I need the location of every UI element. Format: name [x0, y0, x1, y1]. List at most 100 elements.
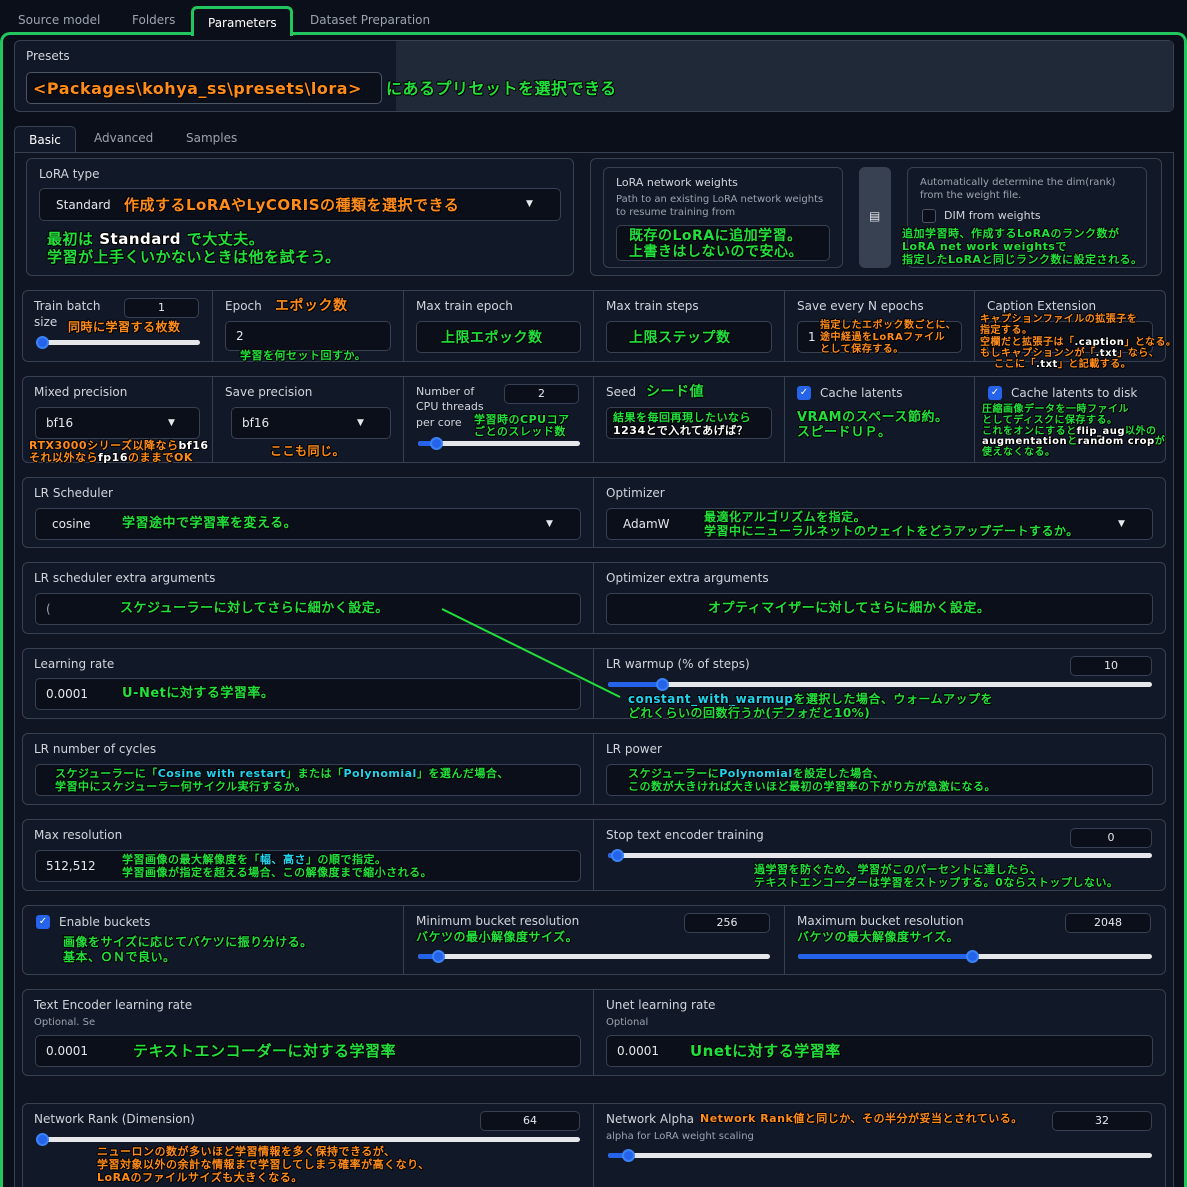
epoch-note2: 学習を何セット回すか。 [240, 349, 367, 362]
tab-parameters[interactable]: Parameters [191, 6, 293, 36]
network-alpha-input[interactable]: 32 [1052, 1111, 1152, 1131]
max-bucket-slider[interactable] [798, 950, 1152, 963]
train-batch-label2: size [34, 315, 58, 329]
mixed-precision-select[interactable]: bf16 [35, 407, 200, 439]
chevron-down-icon: ▼ [546, 519, 553, 529]
caption-ext-note2: 指定する。 [980, 325, 1033, 336]
lr-warmup-input[interactable]: 10 [1070, 656, 1152, 676]
dim-weights-note2: LoRA net work weightsで [902, 240, 1067, 253]
stop-te-slider[interactable] [608, 849, 1152, 862]
enable-buckets-checkbox[interactable]: ✓ [36, 915, 50, 929]
cache-latents-checkbox[interactable]: ✓ [797, 386, 811, 400]
min-bucket-slider[interactable] [418, 950, 770, 963]
unet-lr-note: Unetに対する学習率 [690, 1042, 841, 1060]
network-weights-desc1: Path to an existing LoRA network weights [616, 194, 824, 205]
tab-dataset-preparation[interactable]: Dataset Preparation [296, 6, 444, 34]
epoch-note: エポック数 [275, 298, 348, 314]
unet-lr-sub: Optional [606, 1017, 649, 1028]
learning-rate-input[interactable]: 0.0001 [35, 678, 581, 710]
cache-disk-note5: 使えなくなる。 [982, 447, 1056, 458]
lr-cycles-note1: スケジューラーに「Cosine with restart」または「Polynom… [55, 767, 509, 780]
seed-label: Seed [606, 385, 636, 399]
cpu-threads-slider[interactable] [418, 437, 580, 450]
tab-source-model[interactable]: Source model [4, 6, 114, 34]
network-rank-slider[interactable] [36, 1133, 580, 1146]
caption-ext-label: Caption Extension [987, 299, 1097, 313]
te-lr-sub: Optional. Se [34, 1017, 96, 1028]
save-every-note2: 途中経過をLoRAファイル [820, 332, 946, 343]
cache-latents-label: Cache latents [820, 386, 903, 400]
subtab-advanced[interactable]: Advanced [94, 131, 153, 145]
train-batch-input[interactable]: 1 [124, 298, 199, 318]
learning-rate-note: U-Netに対する学習率。 [122, 686, 275, 701]
min-bucket-note: バケツの最小解像度サイズ。 [416, 930, 579, 944]
file-browse-button[interactable]: ▤ [859, 167, 891, 268]
max-bucket-input[interactable]: 2048 [1065, 913, 1151, 933]
learning-rate-label: Learning rate [34, 657, 115, 671]
dim-weights-note1: 追加学習時、作成するLoRAのランク数が [902, 227, 1120, 240]
tab-folders[interactable]: Folders [118, 6, 189, 34]
lr-warmup-note2: どれくらいの回数行うか(デフォだと10%) [628, 706, 871, 720]
chevron-down-icon: ▼ [526, 199, 533, 209]
buckets-note2: 基本、ＯＮで良い。 [63, 950, 176, 964]
cache-disk-note2: としてディスクに保存する。 [982, 415, 1118, 426]
opt-extra-label: Optimizer extra arguments [606, 571, 769, 585]
lr-scheduler-label: LR Scheduler [34, 486, 113, 500]
dim-weights-note3: 指定したLoRAと同じランク数に設定される。 [902, 253, 1143, 266]
save-every-note1: 指定したエポック数ごとに、 [820, 320, 957, 331]
train-batch-label: Train batch [34, 299, 101, 313]
network-rank-label: Network Rank (Dimension) [34, 1112, 195, 1126]
save-every-note3: として保存する。 [820, 344, 904, 355]
lora-type-note2-b: 学習が上手くいかないときは他を試そう。 [47, 248, 341, 266]
cache-disk-note1: 圧縮画像データを一時ファイル [982, 404, 1129, 415]
cache-latents-disk-checkbox[interactable]: ✓ [988, 386, 1002, 400]
cache-latents-note2: スピードＵＰ。 [797, 425, 892, 440]
caption-ext-note3: 空欄だと拡張子は「.caption」となる。 [980, 337, 1177, 348]
lr-cycles-note2: 学習中にスケジューラー何サイクル実行するか。 [55, 780, 307, 793]
stop-te-note2: テキストエンコーダーは学習をストップする。0ならストップしない。 [754, 876, 1119, 889]
subtab-samples[interactable]: Samples [186, 131, 237, 145]
epoch-input[interactable]: 2 [225, 321, 391, 351]
train-batch-slider[interactable] [36, 336, 200, 349]
network-alpha-slider[interactable] [608, 1149, 1152, 1162]
network-alpha-label: Network Alpha [606, 1112, 695, 1126]
presets-dropdown-area[interactable] [396, 41, 1173, 111]
max-resolution-note1: 学習画像の最大解像度を「幅、高さ」の順で指定。 [122, 853, 387, 866]
network-rank-input[interactable]: 64 [480, 1111, 580, 1131]
seed-note: シード値 [646, 384, 704, 400]
min-bucket-label: Minimum bucket resolution [416, 914, 580, 928]
unet-lr-input[interactable]: 0.0001 [606, 1035, 1153, 1067]
cpu-threads-note2: ごとのスレッド数 [474, 425, 566, 438]
cpu-threads-input[interactable]: 2 [504, 384, 579, 404]
network-rank-note3: LoRAのファイルサイズも大きくなる。 [97, 1171, 303, 1184]
seed-note2: 1234とで入れてあげば？ [613, 424, 749, 437]
lr-warmup-slider[interactable] [608, 678, 1152, 691]
lr-cycles-label: LR number of cycles [34, 742, 157, 756]
lora-type-label: LoRA type [39, 167, 100, 181]
save-precision-select[interactable]: bf16 [231, 407, 391, 439]
dim-from-weights-checkbox[interactable] [922, 209, 936, 223]
max-train-steps-note: 上限ステップ数 [629, 330, 731, 346]
network-alpha-sub: alpha for LoRA weight scaling [606, 1131, 754, 1142]
network-rank-note1: ニューロンの数が多いほど学習情報を多く保持できるが、 [97, 1145, 396, 1158]
mixed-precision-label: Mixed precision [34, 385, 128, 399]
caption-ext-note1: キャプションファイルの拡張子を [980, 314, 1138, 325]
lr-scheduler-select[interactable]: cosine [35, 508, 581, 540]
max-bucket-note: バケツの最大解像度サイズ。 [797, 930, 960, 944]
presets-label: Presets [26, 49, 70, 63]
caption-ext-note4: もしキャプションンが「.txt」なら、 [980, 348, 1160, 359]
stop-te-input[interactable]: 0 [1070, 828, 1152, 848]
max-train-epoch-note: 上限エポック数 [441, 330, 543, 346]
cache-latents-disk-label: Cache latents to disk [1011, 386, 1138, 400]
max-train-epoch-label: Max train epoch [416, 299, 513, 313]
save-precision-note: ここも同じ。 [270, 444, 346, 458]
chevron-down-icon: ▼ [168, 418, 175, 428]
min-bucket-input[interactable]: 256 [684, 913, 770, 933]
stop-te-note1: 過学習を防ぐため、学習がこのパーセントに達したら、 [754, 863, 1042, 876]
subtab-basic[interactable]: Basic [14, 126, 76, 153]
optimizer-note2: 学習中にニューラルネットのウェイトをどうアップデートするか。 [704, 524, 1079, 538]
optimizer-note1: 最適化アルゴリズムを指定。 [704, 510, 867, 524]
network-weights-desc2: to resume training from [616, 207, 736, 218]
dim-weights-desc2: from the weight file. [920, 190, 1022, 201]
network-rank-note2: 学習対象以外の余計な情報まで学習してしまう確率が高くなり、 [97, 1158, 430, 1171]
